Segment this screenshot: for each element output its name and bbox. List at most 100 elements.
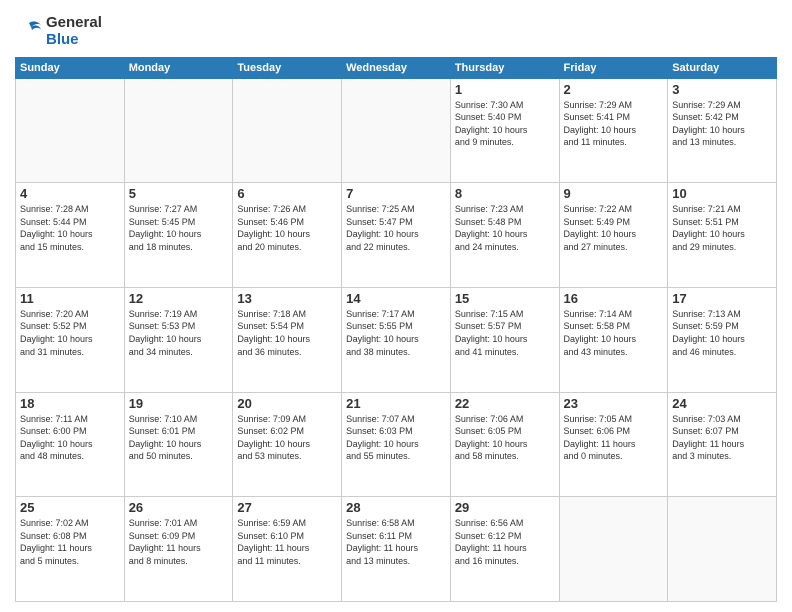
weekday-header-wednesday: Wednesday [342,57,451,78]
calendar-cell-2-4: 7 Sunrise: 7:25 AMSunset: 5:47 PMDaylight… [342,183,451,288]
calendar-cell-1-2 [124,78,233,183]
day-number: 15 [455,291,555,306]
day-number: 4 [20,186,120,201]
day-info: Sunrise: 7:20 AMSunset: 5:52 PMDaylight:… [20,308,120,358]
day-info: Sunrise: 7:03 AMSunset: 6:07 PMDaylight:… [672,413,772,463]
day-number: 12 [129,291,229,306]
day-number: 21 [346,396,446,411]
day-number: 22 [455,396,555,411]
day-number: 13 [237,291,337,306]
day-info: Sunrise: 7:06 AMSunset: 6:05 PMDaylight:… [455,413,555,463]
calendar-table: SundayMondayTuesdayWednesdayThursdayFrid… [15,57,777,603]
calendar-cell-2-5: 8 Sunrise: 7:23 AMSunset: 5:48 PMDaylight… [450,183,559,288]
calendar-cell-5-1: 25 Sunrise: 7:02 AMSunset: 6:08 PMDayligh… [16,497,125,602]
calendar-cell-1-4 [342,78,451,183]
day-number: 8 [455,186,555,201]
day-number: 16 [564,291,664,306]
day-number: 29 [455,500,555,515]
calendar-cell-4-4: 21 Sunrise: 7:07 AMSunset: 6:03 PMDayligh… [342,392,451,497]
calendar-cell-1-7: 3Sunrise: 7:29 AMSunset: 5:42 PMDaylight… [668,78,777,183]
weekday-header-saturday: Saturday [668,57,777,78]
logo: General Blue [15,14,102,49]
day-number: 25 [20,500,120,515]
calendar-cell-5-4: 28 Sunrise: 6:58 AMSunset: 6:11 PMDayligh… [342,497,451,602]
day-info: Sunrise: 7:23 AMSunset: 5:48 PMDaylight:… [455,203,555,253]
day-info: Sunrise: 7:26 AMSunset: 5:46 PMDaylight:… [237,203,337,253]
calendar-cell-5-2: 26 Sunrise: 7:01 AMSunset: 6:09 PMDayligh… [124,497,233,602]
day-info: Sunrise: 7:07 AMSunset: 6:03 PMDaylight:… [346,413,446,463]
calendar-cell-3-2: 12 Sunrise: 7:19 AMSunset: 5:53 PMDayligh… [124,287,233,392]
day-number: 18 [20,396,120,411]
day-info: Sunrise: 7:28 AMSunset: 5:44 PMDaylight:… [20,203,120,253]
week-row-1: 1Sunrise: 7:30 AMSunset: 5:40 PMDaylight… [16,78,777,183]
calendar-cell-3-5: 15 Sunrise: 7:15 AMSunset: 5:57 PMDayligh… [450,287,559,392]
calendar-cell-1-1 [16,78,125,183]
day-number: 27 [237,500,337,515]
page: General Blue SundayMondayTuesdayWednesda… [0,0,792,612]
day-number: 17 [672,291,772,306]
calendar-cell-1-5: 1Sunrise: 7:30 AMSunset: 5:40 PMDaylight… [450,78,559,183]
day-number: 23 [564,396,664,411]
calendar-cell-5-6 [559,497,668,602]
day-number: 9 [564,186,664,201]
day-number: 11 [20,291,120,306]
day-info: Sunrise: 7:29 AMSunset: 5:42 PMDaylight:… [672,99,772,149]
day-info: Sunrise: 7:21 AMSunset: 5:51 PMDaylight:… [672,203,772,253]
day-info: Sunrise: 6:56 AMSunset: 6:12 PMDaylight:… [455,517,555,567]
day-info: Sunrise: 7:15 AMSunset: 5:57 PMDaylight:… [455,308,555,358]
day-info: Sunrise: 6:59 AMSunset: 6:10 PMDaylight:… [237,517,337,567]
day-info: Sunrise: 7:18 AMSunset: 5:54 PMDaylight:… [237,308,337,358]
calendar-cell-3-4: 14Sunrise: 7:17 AMSunset: 5:55 PMDayligh… [342,287,451,392]
weekday-header-sunday: Sunday [16,57,125,78]
header: General Blue [15,10,777,49]
day-info: Sunrise: 7:01 AMSunset: 6:09 PMDaylight:… [129,517,229,567]
weekday-header-thursday: Thursday [450,57,559,78]
calendar-cell-3-7: 17 Sunrise: 7:13 AMSunset: 5:59 PMDayligh… [668,287,777,392]
calendar-cell-5-7 [668,497,777,602]
week-row-5: 25 Sunrise: 7:02 AMSunset: 6:08 PMDayligh… [16,497,777,602]
day-number: 1 [455,82,555,97]
calendar-cell-1-3 [233,78,342,183]
day-info: Sunrise: 7:22 AMSunset: 5:49 PMDaylight:… [564,203,664,253]
day-number: 6 [237,186,337,201]
day-info: Sunrise: 6:58 AMSunset: 6:11 PMDaylight:… [346,517,446,567]
day-info: Sunrise: 7:17 AMSunset: 5:55 PMDaylight:… [346,308,446,358]
day-info: Sunrise: 7:13 AMSunset: 5:59 PMDaylight:… [672,308,772,358]
calendar-cell-4-1: 18 Sunrise: 7:11 AMSunset: 6:00 PMDayligh… [16,392,125,497]
calendar-cell-3-1: 11 Sunrise: 7:20 AMSunset: 5:52 PMDayligh… [16,287,125,392]
calendar-cell-5-3: 27 Sunrise: 6:59 AMSunset: 6:10 PMDayligh… [233,497,342,602]
calendar-cell-5-5: 29 Sunrise: 6:56 AMSunset: 6:12 PMDayligh… [450,497,559,602]
day-number: 26 [129,500,229,515]
calendar-cell-4-6: 23 Sunrise: 7:05 AMSunset: 6:06 PMDayligh… [559,392,668,497]
week-row-3: 11 Sunrise: 7:20 AMSunset: 5:52 PMDayligh… [16,287,777,392]
calendar-cell-3-3: 13 Sunrise: 7:18 AMSunset: 5:54 PMDayligh… [233,287,342,392]
calendar-cell-2-7: 10 Sunrise: 7:21 AMSunset: 5:51 PMDayligh… [668,183,777,288]
day-info: Sunrise: 7:29 AMSunset: 5:41 PMDaylight:… [564,99,664,149]
day-number: 24 [672,396,772,411]
calendar-cell-2-3: 6 Sunrise: 7:26 AMSunset: 5:46 PMDaylight… [233,183,342,288]
calendar-cell-4-7: 24 Sunrise: 7:03 AMSunset: 6:07 PMDayligh… [668,392,777,497]
logo-blue-label: Blue [46,31,102,48]
calendar-cell-1-6: 2Sunrise: 7:29 AMSunset: 5:41 PMDaylight… [559,78,668,183]
day-info: Sunrise: 7:19 AMSunset: 5:53 PMDaylight:… [129,308,229,358]
week-row-4: 18 Sunrise: 7:11 AMSunset: 6:00 PMDayligh… [16,392,777,497]
weekday-header-tuesday: Tuesday [233,57,342,78]
day-info: Sunrise: 7:25 AMSunset: 5:47 PMDaylight:… [346,203,446,253]
calendar-cell-2-6: 9 Sunrise: 7:22 AMSunset: 5:49 PMDaylight… [559,183,668,288]
day-number: 10 [672,186,772,201]
weekday-header-row: SundayMondayTuesdayWednesdayThursdayFrid… [16,57,777,78]
day-info: Sunrise: 7:02 AMSunset: 6:08 PMDaylight:… [20,517,120,567]
calendar-cell-4-3: 20Sunrise: 7:09 AMSunset: 6:02 PMDayligh… [233,392,342,497]
day-number: 7 [346,186,446,201]
day-info: Sunrise: 7:10 AMSunset: 6:01 PMDaylight:… [129,413,229,463]
weekday-header-friday: Friday [559,57,668,78]
day-info: Sunrise: 7:27 AMSunset: 5:45 PMDaylight:… [129,203,229,253]
day-info: Sunrise: 7:11 AMSunset: 6:00 PMDaylight:… [20,413,120,463]
day-info: Sunrise: 7:09 AMSunset: 6:02 PMDaylight:… [237,413,337,463]
day-number: 28 [346,500,446,515]
weekday-header-monday: Monday [124,57,233,78]
calendar-cell-2-1: 4 Sunrise: 7:28 AMSunset: 5:44 PMDaylight… [16,183,125,288]
logo-bird-icon [15,17,43,45]
day-info: Sunrise: 7:05 AMSunset: 6:06 PMDaylight:… [564,413,664,463]
calendar-cell-4-2: 19Sunrise: 7:10 AMSunset: 6:01 PMDayligh… [124,392,233,497]
